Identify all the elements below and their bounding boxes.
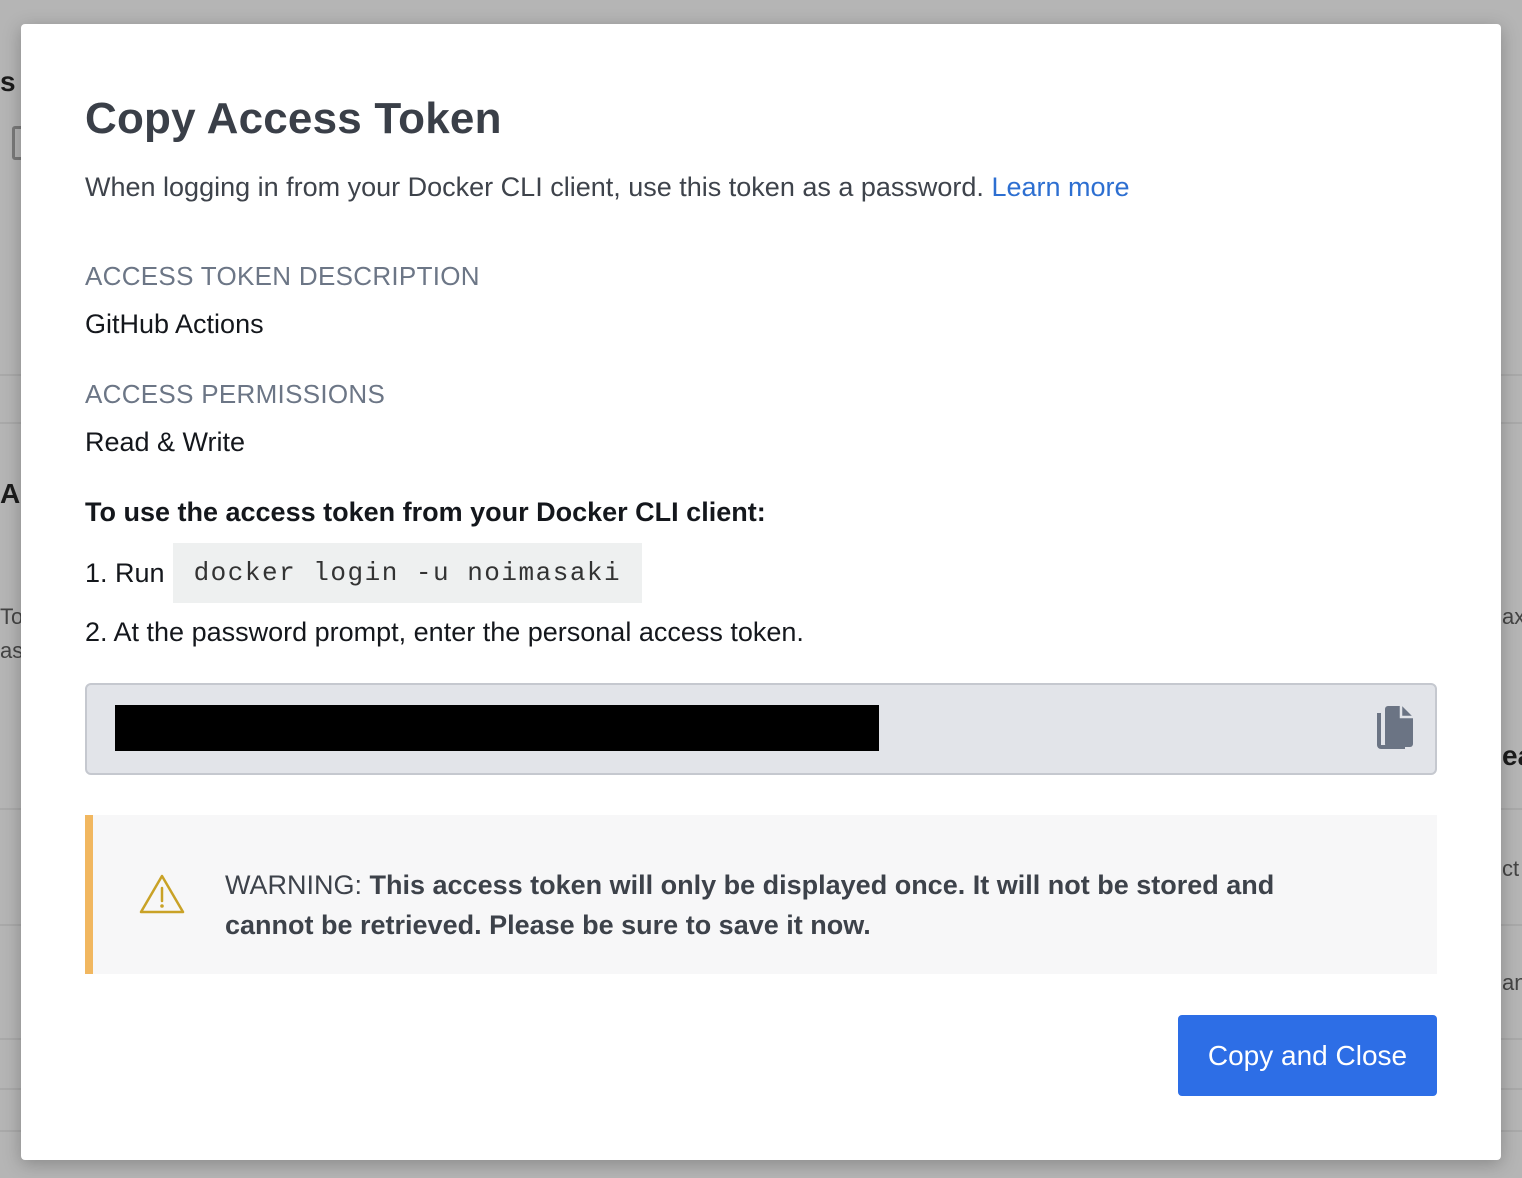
access-token-field[interactable]	[85, 683, 1437, 775]
docker-login-command[interactable]: docker login -u noimasaki	[172, 543, 643, 603]
copy-access-token-dialog: Copy Access Token When logging in from y…	[21, 24, 1501, 1160]
dialog-subtitle: When logging in from your Docker CLI cli…	[85, 172, 1130, 203]
access-token-description-label: ACCESS TOKEN DESCRIPTION	[85, 261, 480, 291]
access-permissions-label: ACCESS PERMISSIONS	[85, 379, 386, 409]
background-text: s	[0, 66, 16, 97]
warning-callout: WARNING: This access token will only be …	[85, 815, 1437, 974]
warning-triangle-icon	[139, 873, 185, 915]
access-permissions-value: Read & Write	[85, 427, 246, 457]
learn-more-link[interactable]: Learn more	[991, 172, 1129, 202]
warning-message: WARNING: This access token will only be …	[225, 865, 1345, 945]
warning-prefix: WARNING:	[225, 870, 362, 900]
background-text: ct	[1502, 856, 1520, 881]
background-text: A	[0, 478, 21, 509]
background-text: as	[0, 638, 24, 663]
step-1-prefix: 1. Run	[85, 557, 165, 588]
subtitle-text: When logging in from your Docker CLI cli…	[85, 172, 984, 202]
background-text: axi	[1502, 604, 1522, 629]
redacted-token-value[interactable]	[115, 705, 879, 751]
dialog-title: Copy Access Token	[85, 94, 502, 143]
warning-text: This access token will only be displayed…	[225, 870, 1275, 940]
copy-and-close-button[interactable]: Copy and Close	[1178, 1015, 1437, 1096]
instruction-step-1: 1. Run docker login -u noimasaki	[85, 543, 643, 603]
copy-icon[interactable]	[1373, 705, 1415, 753]
instructions-heading: To use the access token from your Docker…	[85, 497, 766, 527]
instruction-step-2: 2. At the password prompt, enter the per…	[85, 617, 804, 647]
background-text: To	[0, 604, 24, 629]
background-text: ea	[1502, 740, 1522, 771]
background-text: an	[1502, 970, 1522, 995]
access-token-description-value: GitHub Actions	[85, 309, 264, 339]
